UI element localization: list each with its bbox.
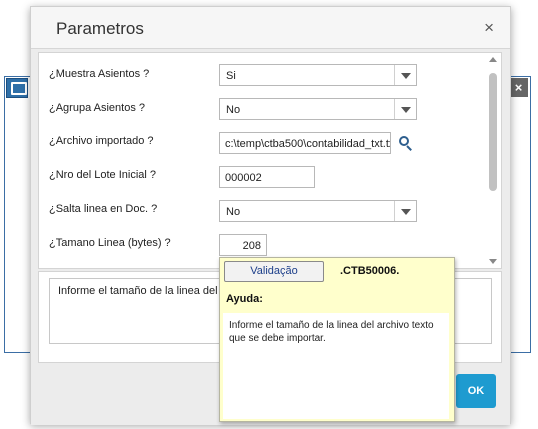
screen: × Parametros × ¿Muestra Asientos ? Si ¿A… — [0, 0, 538, 429]
tooltip-code: .CTB50006. — [340, 265, 400, 277]
label-tamano-linea: ¿Tamano Linea (bytes) ? — [49, 237, 171, 249]
archivo-importado-input[interactable]: c:\temp\ctba500\contabilidad_txt.txt — [219, 132, 391, 154]
label-salta-linea: ¿Salta linea en Doc. ? — [49, 203, 158, 215]
tamano-linea-input[interactable]: 208 — [219, 234, 267, 256]
search-icon[interactable] — [399, 136, 413, 151]
tooltip-body: Informe el tamaño de la linea del archiv… — [223, 313, 449, 419]
muestra-asientos-select[interactable]: Si — [219, 64, 417, 86]
scroll-up-icon[interactable] — [489, 57, 497, 62]
nro-lote-inicial-input[interactable]: 000002 — [219, 166, 315, 188]
label-agrupa-asientos: ¿Agrupa Asientos ? — [49, 102, 146, 114]
scroll-down-icon[interactable] — [489, 259, 497, 264]
help-tooltip: Validação .CTB50006. Ayuda: Informe el t… — [219, 257, 455, 422]
form-scrollbar[interactable] — [485, 53, 501, 268]
agrupa-asientos-value: No — [226, 104, 241, 116]
agrupa-asientos-select[interactable]: No — [219, 98, 417, 120]
background-close-icon[interactable]: × — [509, 78, 528, 97]
tooltip-heading: Ayuda: — [226, 293, 263, 305]
close-icon[interactable]: × — [484, 18, 494, 38]
label-nro-lote-inicial: ¿Nro del Lote Inicial ? — [49, 169, 156, 181]
validation-button[interactable]: Validação — [224, 261, 324, 282]
chevron-down-icon[interactable] — [394, 99, 416, 119]
salta-linea-select[interactable]: No — [219, 200, 417, 222]
window-icon — [6, 78, 28, 98]
dialog-header: Parametros × — [31, 7, 510, 49]
scroll-thumb[interactable] — [489, 73, 497, 191]
ok-button[interactable]: OK — [456, 374, 496, 408]
dialog-title: Parametros — [56, 19, 144, 38]
parameters-form: ¿Muestra Asientos ? Si ¿Agrupa Asientos … — [38, 52, 502, 269]
chevron-down-icon[interactable] — [394, 65, 416, 85]
label-archivo-importado: ¿Archivo importado ? — [49, 135, 154, 147]
muestra-asientos-value: Si — [226, 70, 236, 82]
label-muestra-asientos: ¿Muestra Asientos ? — [49, 68, 150, 80]
chevron-down-icon[interactable] — [394, 201, 416, 221]
salta-linea-value: No — [226, 206, 241, 218]
